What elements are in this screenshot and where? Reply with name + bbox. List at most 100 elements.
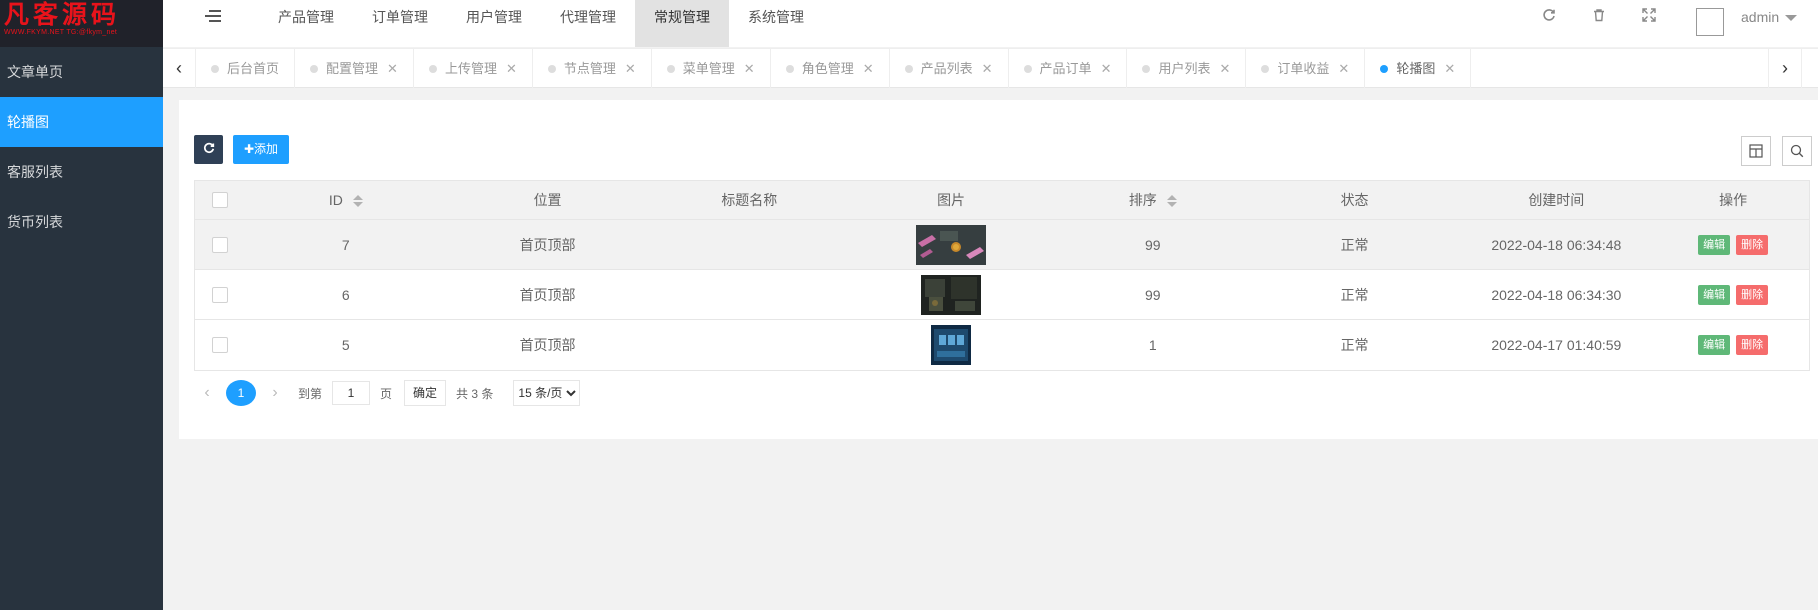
nav-user[interactable]: 用户管理 xyxy=(447,0,541,47)
top-header: 产品管理 订单管理 用户管理 代理管理 常规管理 系统管理 admin xyxy=(163,0,1818,47)
tab-scroll-left-icon[interactable]: ‹ xyxy=(163,49,196,88)
row-checkbox[interactable] xyxy=(211,337,228,353)
tab-scroll-right-icon[interactable]: › xyxy=(1768,49,1802,88)
pagination: ‹ 1 › 到第 页 确定 共 3 条 15 条/页 xyxy=(194,380,581,406)
close-icon[interactable]: ✕ xyxy=(625,61,636,76)
close-icon[interactable]: ✕ xyxy=(1338,61,1349,76)
plus-icon: ✚ xyxy=(243,142,255,156)
delete-button[interactable]: 删除 xyxy=(1736,234,1769,255)
tab-dot xyxy=(211,65,219,73)
table-row: 6 首页顶部 99 正常 2022-04-18 06:34:30 编辑 删除 xyxy=(195,270,1809,320)
search-button[interactable] xyxy=(1782,136,1812,166)
current-page[interactable]: 1 xyxy=(226,380,256,406)
close-icon[interactable]: ✕ xyxy=(387,61,398,76)
cell-status: 正常 xyxy=(1340,286,1369,303)
col-id[interactable]: ID xyxy=(245,192,447,208)
tab-home[interactable]: 后台首页 xyxy=(196,49,296,88)
sidebar-item-articles[interactable]: 文章单页 xyxy=(0,47,163,97)
total-count: 共 3 条 xyxy=(456,386,494,401)
nav-product[interactable]: 产品管理 xyxy=(259,0,353,47)
page-jump-input[interactable] xyxy=(332,381,371,405)
tabs: 后台首页 配置管理 ✕ 上传管理 ✕ 节点管理 ✕ 菜单管理 ✕ 角色管理 ✕ 产品列表 ✕… xyxy=(196,49,1472,88)
carousel-table: ID 位置 标题名称 图片 排序 状态 创建时间 操作 7 首页顶部 99 正常… xyxy=(194,180,1810,371)
logo[interactable]: 凡客源码 WWW.FKYM.NET TG:@fkym_net xyxy=(0,0,163,47)
row-checkbox[interactable] xyxy=(211,286,228,303)
col-sort[interactable]: 排序 xyxy=(1052,190,1254,210)
cell-created: 2022-04-17 01:40:59 xyxy=(1491,337,1622,353)
carousel-thumbnail[interactable] xyxy=(931,325,972,365)
cell-created: 2022-04-18 06:34:48 xyxy=(1491,236,1622,253)
cell-position: 首页顶部 xyxy=(519,286,576,303)
next-page-icon[interactable]: › xyxy=(262,384,288,402)
close-icon[interactable]: ✕ xyxy=(982,61,993,76)
nav-general[interactable]: 常规管理 xyxy=(635,0,729,47)
close-icon[interactable]: ✕ xyxy=(1101,61,1112,76)
refresh-icon[interactable] xyxy=(1539,8,1559,28)
avatar[interactable] xyxy=(1696,8,1724,36)
menu-toggle-icon[interactable] xyxy=(205,10,221,26)
refresh-button[interactable] xyxy=(194,135,223,164)
tab-bar: ‹ 后台首页 配置管理 ✕ 上传管理 ✕ 节点管理 ✕ 菜单管理 ✕ 角色管理 ✕ 产品列… xyxy=(163,48,1818,88)
trash-icon[interactable] xyxy=(1589,8,1609,28)
tab-carousel[interactable]: 轮播图 ✕ xyxy=(1365,49,1472,88)
sort-icon[interactable] xyxy=(352,195,363,208)
add-button[interactable]: ✚添加 xyxy=(233,135,289,164)
page-confirm-button[interactable]: 确定 xyxy=(404,380,447,406)
cell-sort: 99 xyxy=(1145,236,1161,253)
nav-order[interactable]: 订单管理 xyxy=(353,0,447,47)
user-menu[interactable]: admin xyxy=(1741,7,1798,27)
edit-button[interactable]: 编辑 xyxy=(1698,284,1731,305)
cell-id: 6 xyxy=(341,286,350,303)
tab-node[interactable]: 节点管理 ✕ xyxy=(533,49,652,88)
cell-status: 正常 xyxy=(1340,236,1369,253)
logo-subtext: WWW.FKYM.NET TG:@fkym_net xyxy=(4,29,118,36)
cell-sort: 99 xyxy=(1145,286,1161,303)
edit-button[interactable]: 编辑 xyxy=(1698,234,1731,255)
tab-config[interactable]: 配置管理 ✕ xyxy=(295,49,414,88)
columns-icon xyxy=(1749,144,1763,158)
sidebar: 凡客源码 WWW.FKYM.NET TG:@fkym_net 文章单页 轮播图 … xyxy=(0,0,163,610)
page-size-select[interactable]: 15 条/页 xyxy=(513,380,581,406)
sidebar-item-currency[interactable]: 货币列表 xyxy=(0,197,163,247)
close-icon[interactable]: ✕ xyxy=(1219,61,1230,76)
fullscreen-icon[interactable] xyxy=(1639,8,1659,28)
col-position: 位置 xyxy=(533,192,562,208)
col-created: 创建时间 xyxy=(1528,192,1585,208)
close-icon[interactable]: ✕ xyxy=(863,61,874,76)
row-checkbox[interactable] xyxy=(211,236,228,253)
tab-product-order[interactable]: 产品订单 ✕ xyxy=(1009,49,1128,88)
sidebar-item-carousel[interactable]: 轮播图 xyxy=(0,97,163,147)
tab-product-list[interactable]: 产品列表 ✕ xyxy=(890,49,1009,88)
nav-system[interactable]: 系统管理 xyxy=(729,0,823,47)
select-all-checkbox[interactable] xyxy=(211,192,228,208)
cell-status: 正常 xyxy=(1340,337,1369,353)
tab-user-list[interactable]: 用户列表 ✕ xyxy=(1127,49,1247,88)
columns-toggle-button[interactable] xyxy=(1741,136,1771,166)
delete-button[interactable]: 删除 xyxy=(1736,335,1769,355)
table-row: 5 首页顶部 1 正常 2022-04-17 01:40:59 编辑 删除 xyxy=(195,320,1809,370)
edit-button[interactable]: 编辑 xyxy=(1698,335,1731,355)
close-icon[interactable]: ✕ xyxy=(1444,61,1455,76)
carousel-thumbnail[interactable] xyxy=(921,274,982,315)
carousel-thumbnail[interactable] xyxy=(916,224,987,265)
tab-order-income[interactable]: 订单收益 ✕ xyxy=(1246,49,1366,88)
cell-id: 5 xyxy=(341,337,350,353)
close-icon[interactable]: ✕ xyxy=(744,61,755,76)
col-status: 状态 xyxy=(1340,192,1369,208)
cell-position: 首页顶部 xyxy=(519,337,576,353)
nav-agent[interactable]: 代理管理 xyxy=(541,0,635,47)
tab-role[interactable]: 角色管理 ✕ xyxy=(771,49,890,88)
search-icon xyxy=(1790,144,1804,158)
sort-icon[interactable] xyxy=(1166,195,1177,208)
prev-page-icon[interactable]: ‹ xyxy=(194,384,220,402)
cell-position: 首页顶部 xyxy=(519,236,576,253)
col-title: 标题名称 xyxy=(721,192,778,208)
table-row: 7 首页顶部 99 正常 2022-04-18 06:34:48 编辑 删除 xyxy=(195,220,1809,270)
tab-menu[interactable]: 菜单管理 ✕ xyxy=(652,49,771,88)
delete-button[interactable]: 删除 xyxy=(1736,284,1769,305)
sidebar-item-customer-service[interactable]: 客服列表 xyxy=(0,147,163,197)
tab-upload[interactable]: 上传管理 ✕ xyxy=(414,49,533,88)
page-unit-label: 页 xyxy=(380,386,393,401)
username: admin xyxy=(1741,9,1780,25)
close-icon[interactable]: ✕ xyxy=(506,61,517,76)
